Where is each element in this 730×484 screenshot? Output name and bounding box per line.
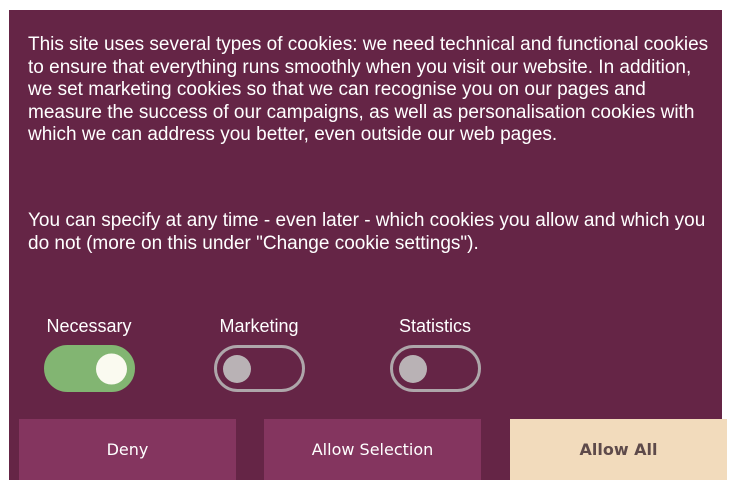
deny-button[interactable]: Deny	[19, 419, 236, 480]
toggle-label-marketing: Marketing	[219, 316, 299, 336]
toggle-label-necessary: Necessary	[46, 316, 132, 336]
cookie-description: This site uses several types of cookies:…	[28, 34, 709, 145]
toggle-group-marketing: Marketing	[179, 315, 339, 392]
toggle-label-statistics: Statistics	[398, 316, 472, 336]
statistics-toggle[interactable]	[389, 345, 481, 392]
cookie-settings-note: You can specify at any time - even later…	[28, 210, 706, 254]
toggle-group-statistics: Statistics	[355, 315, 515, 392]
allow-all-button[interactable]: Allow All	[510, 419, 727, 480]
necessary-toggle[interactable]	[43, 345, 135, 392]
allow-selection-button[interactable]: Allow Selection	[264, 419, 481, 480]
toggle-knob	[222, 354, 251, 383]
toggle-knob	[95, 353, 127, 384]
toggle-knob	[398, 354, 427, 383]
marketing-toggle[interactable]	[213, 345, 305, 392]
toggle-group-necessary: Necessary	[9, 315, 169, 392]
cookie-banner: This site uses several types of cookies:…	[9, 10, 727, 480]
